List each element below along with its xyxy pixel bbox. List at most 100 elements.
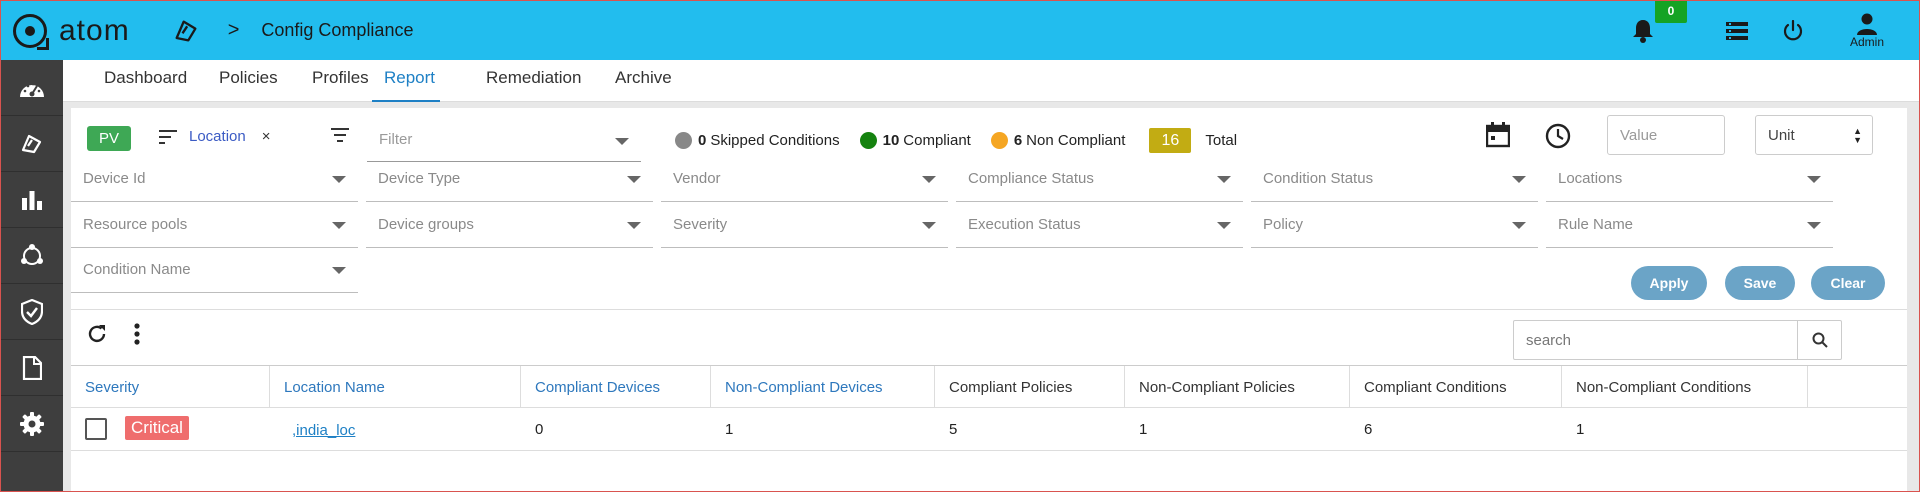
value-input[interactable] xyxy=(1607,115,1725,155)
dropdown-label: Device groups xyxy=(378,216,474,233)
dropdown-label: Rule Name xyxy=(1558,216,1634,233)
refresh-icon[interactable] xyxy=(85,322,109,346)
compliant-stat: 10 Compliant xyxy=(859,132,971,149)
tab-dashboard[interactable]: Dashboard xyxy=(104,68,187,102)
dropdown-label: Condition Status xyxy=(1263,170,1374,187)
sidebar-item-compliance[interactable] xyxy=(1,116,63,172)
filter-select[interactable]: Filter xyxy=(367,118,641,162)
dropdown-label: Compliance Status xyxy=(968,170,1094,187)
tab-report[interactable]: Report xyxy=(372,68,440,102)
rule-name-dropdown[interactable]: Rule Name xyxy=(1546,204,1833,248)
compliant-count: 10 xyxy=(882,132,900,149)
notification-badge: 0 xyxy=(1655,1,1687,23)
tab-policies[interactable]: Policies xyxy=(219,68,278,102)
chevron-down-icon xyxy=(332,176,346,183)
filter-icon[interactable] xyxy=(331,128,349,142)
report-table-panel: Severity Location Name Compliant Devices… xyxy=(71,309,1907,491)
sidebar-item-workflow[interactable] xyxy=(1,228,63,284)
noncompliant-count: 6 xyxy=(1013,132,1023,149)
chevron-down-icon xyxy=(1512,176,1526,183)
locations-dropdown[interactable]: Locations xyxy=(1546,158,1833,202)
dropdown-label: Policy xyxy=(1263,216,1304,233)
breadcrumb-separator: > xyxy=(227,19,240,41)
sort-icon xyxy=(159,129,177,144)
sidebar-item-documents[interactable] xyxy=(1,340,63,396)
column-compliant-policies[interactable]: Compliant Policies xyxy=(935,366,1125,408)
user-menu[interactable]: Admin xyxy=(1837,13,1897,49)
device-type-dropdown[interactable]: Device Type xyxy=(366,158,653,202)
bar-chart-icon xyxy=(22,190,42,210)
noncompliant-stat: 6 Non Compliant xyxy=(990,132,1126,149)
sidebar-item-dashboard[interactable] xyxy=(1,60,63,116)
pv-badge[interactable]: PV xyxy=(87,126,131,151)
sidebar-item-security[interactable] xyxy=(1,284,63,340)
device-groups-dropdown[interactable]: Device groups xyxy=(366,204,653,248)
search-button[interactable] xyxy=(1797,321,1841,359)
app-window: atom > Config Compliance 0 Admin Dashboa… xyxy=(0,0,1920,492)
column-noncompliant-policies[interactable]: Non-Compliant Policies xyxy=(1125,366,1350,408)
dropdown-label: Resource pools xyxy=(83,216,188,233)
condition-status-dropdown[interactable]: Condition Status xyxy=(1251,158,1538,202)
list-view-button[interactable] xyxy=(1723,17,1751,45)
search-input[interactable] xyxy=(1514,321,1842,359)
unit-select[interactable]: Unit ▲ ▼ xyxy=(1755,115,1873,155)
resource-pools-dropdown[interactable]: Resource pools xyxy=(71,204,358,248)
compliance-module-icon[interactable] xyxy=(172,17,200,45)
chevron-down-icon xyxy=(627,222,641,229)
column-location-name[interactable]: Location Name xyxy=(270,366,521,408)
compliant-conditions-cell: 6 xyxy=(1364,421,1373,438)
column-compliant-conditions[interactable]: Compliant Conditions xyxy=(1350,366,1562,408)
tab-remediation[interactable]: Remediation xyxy=(486,68,581,102)
location-cell: ,india_loc xyxy=(270,408,521,450)
skipped-count: 0 xyxy=(698,132,707,149)
noncompliant-devices-cell: 1 xyxy=(725,421,734,438)
column-noncompliant-conditions[interactable]: Non-Compliant Conditions xyxy=(1562,366,1808,408)
header-actions: 0 Admin xyxy=(1629,1,1919,60)
noncompliant-policies-cell: 1 xyxy=(1139,421,1148,438)
compliant-dot-icon xyxy=(859,132,877,149)
column-severity[interactable]: Severity xyxy=(71,366,270,408)
gear-icon xyxy=(20,411,44,436)
execution-status-dropdown[interactable]: Execution Status xyxy=(956,204,1243,248)
logo[interactable]: atom xyxy=(13,13,130,50)
group-by-chip[interactable]: Location × xyxy=(159,128,270,145)
top-header: atom > Config Compliance 0 Admin xyxy=(1,1,1919,60)
column-compliant-devices[interactable]: Compliant Devices xyxy=(521,366,711,408)
tab-profiles[interactable]: Profiles xyxy=(312,68,369,102)
page-title: Config Compliance xyxy=(261,20,414,40)
chevron-down-icon xyxy=(1807,176,1821,183)
search-icon xyxy=(1812,332,1828,348)
chevron-down-icon xyxy=(332,267,346,274)
clock-icon[interactable] xyxy=(1545,123,1571,149)
remove-chip-icon[interactable]: × xyxy=(262,128,271,145)
save-button[interactable]: Save xyxy=(1725,266,1795,300)
chevron-down-icon xyxy=(627,176,641,183)
dropdown-label: Condition Name xyxy=(83,261,191,278)
shield-check-icon xyxy=(21,298,43,325)
severity-dropdown[interactable]: Severity xyxy=(661,204,948,248)
severity-cell: Critical xyxy=(71,408,270,450)
row-checkbox[interactable] xyxy=(85,418,107,440)
calendar-icon[interactable] xyxy=(1486,122,1510,148)
clear-button[interactable]: Clear xyxy=(1811,266,1885,300)
power-button[interactable] xyxy=(1779,17,1807,45)
tab-archive[interactable]: Archive xyxy=(615,68,672,102)
notifications-button[interactable]: 0 xyxy=(1629,1,1687,45)
vendor-dropdown[interactable]: Vendor xyxy=(661,158,948,202)
total-label: Total xyxy=(1205,132,1238,149)
more-vertical-icon[interactable] xyxy=(133,322,141,346)
sidebar-item-reports[interactable] xyxy=(1,172,63,228)
noncompliant-label: Non Compliant xyxy=(1026,132,1126,149)
sidebar-item-settings[interactable] xyxy=(1,396,63,452)
compliance-status-dropdown[interactable]: Compliance Status xyxy=(956,158,1243,202)
policy-dropdown[interactable]: Policy xyxy=(1251,204,1538,248)
apply-button[interactable]: Apply xyxy=(1631,266,1707,300)
device-id-dropdown[interactable]: Device Id xyxy=(71,158,358,202)
logo-icon xyxy=(13,13,49,50)
chevron-down-icon xyxy=(615,138,629,145)
location-link[interactable]: ,india_loc xyxy=(292,422,355,439)
list-icon xyxy=(1726,21,1748,40)
condition-name-dropdown[interactable]: Condition Name xyxy=(71,249,358,293)
chevron-down-icon xyxy=(922,222,936,229)
column-noncompliant-devices[interactable]: Non-Compliant Devices xyxy=(711,366,935,408)
